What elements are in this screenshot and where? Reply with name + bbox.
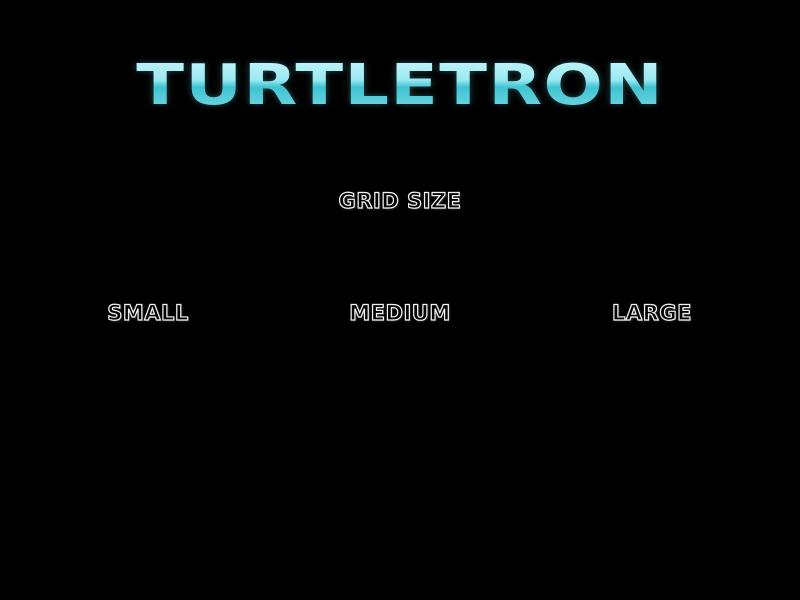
- grid-size-heading: GRID SIZE: [338, 188, 462, 213]
- logo: TURTLETRON: [0, 56, 800, 136]
- small-grid-button[interactable]: SMALL: [88, 300, 208, 326]
- game-screen: TURTLETRON TURTLETRON GRID SIZE SMALL ME…: [0, 0, 800, 600]
- game-title: TURTLETRON: [136, 53, 664, 118]
- medium-grid-button[interactable]: MEDIUM: [340, 300, 460, 326]
- large-grid-button[interactable]: LARGE: [592, 300, 712, 326]
